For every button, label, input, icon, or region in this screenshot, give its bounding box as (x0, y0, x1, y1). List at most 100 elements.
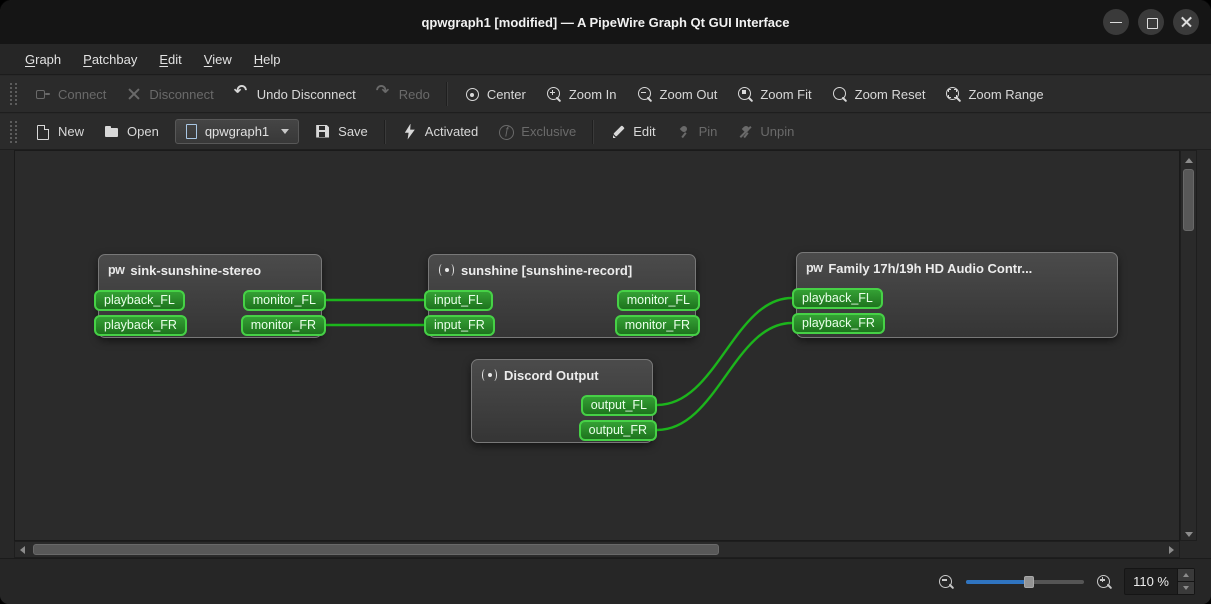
edit-button[interactable]: Edit (600, 119, 665, 145)
save-icon (315, 124, 331, 140)
titlebar[interactable]: qpwgraph1 [modified] — A PipeWire Graph … (0, 0, 1211, 44)
close-button[interactable] (1173, 9, 1199, 35)
vertical-scrollbar[interactable] (1180, 150, 1197, 541)
exclusive-toggle[interactable]: Exclusive (488, 119, 586, 145)
scroll-right-button[interactable] (1164, 542, 1179, 557)
open-button[interactable]: Open (94, 119, 169, 145)
pin-icon (676, 124, 692, 140)
statusbar: 110 % (0, 558, 1211, 604)
toolbar-separator (383, 119, 386, 144)
zoom-spinbox[interactable]: 110 % (1124, 568, 1195, 595)
graph-canvas[interactable]: pw sink-sunshine-stereo playback_FL play… (14, 150, 1180, 541)
patchbay-toolbar: New Open qpwgraph1 Save Activated Exclus… (0, 114, 1211, 150)
zoom-in-icon (546, 86, 562, 102)
vertical-scrollbar-thumb[interactable] (1183, 169, 1194, 231)
zoom-in-icon[interactable] (1096, 574, 1112, 590)
window-controls (1103, 9, 1199, 35)
horizontal-scrollbar-thumb[interactable] (33, 544, 719, 555)
menu-view[interactable]: View (193, 47, 243, 72)
zoom-spin-down-button[interactable] (1178, 581, 1194, 594)
node-sunshine-record[interactable]: sunshine [sunshine-record] input_FL inpu… (424, 254, 700, 338)
menu-patchbay[interactable]: Patchbay (72, 47, 148, 72)
port-input-fl[interactable]: input_FL (424, 290, 493, 311)
port-monitor-fl[interactable]: monitor_FL (616, 290, 700, 311)
new-file-icon (35, 124, 51, 140)
chevron-down-icon (281, 129, 290, 134)
zoom-in-button[interactable]: Zoom In (536, 81, 627, 107)
zoom-slider-fill (966, 580, 1028, 584)
unpin-icon (737, 124, 753, 140)
toolbar-handle[interactable] (10, 120, 17, 143)
audio-app-icon (481, 367, 498, 383)
redo-icon (376, 84, 392, 102)
undo-disconnect-button[interactable]: Undo Disconnect (224, 81, 366, 107)
menubar: Graph Patchbay Edit View Help (0, 44, 1211, 75)
zoom-range-button[interactable]: Zoom Range (935, 81, 1053, 107)
zoom-slider[interactable] (966, 574, 1085, 590)
toolbar-separator (592, 119, 595, 144)
patchbay-file-icon (185, 124, 198, 139)
node-sink-sunshine-stereo[interactable]: pw sink-sunshine-stereo playback_FL play… (94, 254, 326, 338)
activated-toggle[interactable]: Activated (392, 119, 488, 145)
zoom-slider-handle[interactable] (1023, 575, 1034, 588)
redo-button[interactable]: Redo (366, 81, 440, 107)
port-playback-fl[interactable]: playback_FL (792, 288, 883, 309)
port-output-fr[interactable]: output_FR (578, 420, 657, 441)
disconnect-button[interactable]: Disconnect (116, 81, 223, 107)
menu-graph[interactable]: Graph (14, 47, 72, 72)
port-playback-fr[interactable]: playback_FR (94, 315, 187, 336)
zoom-out-icon[interactable] (938, 574, 954, 590)
open-folder-icon (104, 124, 120, 140)
zoom-range-icon (945, 86, 961, 102)
graph-workarea: pw sink-sunshine-stereo playback_FL play… (14, 150, 1197, 558)
scroll-down-button[interactable] (1181, 525, 1196, 540)
exclusive-icon (498, 124, 515, 140)
maximize-button[interactable] (1138, 9, 1164, 35)
port-monitor-fl[interactable]: monitor_FL (242, 290, 326, 311)
qpwgraph-window: qpwgraph1 [modified] — A PipeWire Graph … (0, 0, 1211, 604)
new-button[interactable]: New (25, 119, 94, 145)
node-title: Discord Output (504, 367, 599, 383)
unpin-button[interactable]: Unpin (727, 119, 804, 145)
connect-icon (35, 86, 51, 102)
zoom-fit-button[interactable]: Zoom Fit (727, 81, 821, 107)
port-playback-fr[interactable]: playback_FR (792, 313, 885, 334)
minimize-button[interactable] (1103, 9, 1129, 35)
zoom-reset-icon (832, 86, 848, 102)
zoom-out-button[interactable]: Zoom Out (627, 81, 728, 107)
center-button[interactable]: Center (454, 81, 536, 107)
menu-help[interactable]: Help (243, 47, 292, 72)
scroll-up-button[interactable] (1181, 151, 1196, 166)
port-input-fr[interactable]: input_FR (424, 315, 495, 336)
pipewire-icon: pw (108, 262, 125, 277)
node-discord-output[interactable]: Discord Output output_FL output_FR (471, 359, 657, 443)
pencil-icon (610, 124, 626, 140)
zoom-reset-button[interactable]: Zoom Reset (822, 81, 936, 107)
pin-button[interactable]: Pin (666, 119, 728, 145)
patchbay-file-combo[interactable]: qpwgraph1 (174, 119, 300, 144)
connection-line[interactable] (655, 321, 794, 432)
undo-icon (234, 84, 250, 102)
toolbar-handle[interactable] (10, 83, 17, 105)
menu-edit[interactable]: Edit (148, 47, 192, 72)
port-output-fl[interactable]: output_FL (580, 395, 657, 416)
connections-layer (324, 296, 794, 432)
node-title: sunshine [sunshine-record] (461, 262, 633, 278)
zoom-value[interactable]: 110 % (1125, 569, 1177, 594)
port-playback-fl[interactable]: playback_FL (94, 290, 185, 311)
graph-toolbar: Connect Disconnect Undo Disconnect Redo … (0, 76, 1211, 113)
port-monitor-fr[interactable]: monitor_FR (240, 315, 326, 336)
node-title: sink-sunshine-stereo (130, 262, 262, 278)
center-icon (464, 86, 480, 102)
disconnect-icon (126, 86, 142, 102)
scroll-left-button[interactable] (15, 542, 30, 557)
lightning-icon (402, 124, 418, 140)
horizontal-scrollbar[interactable] (14, 541, 1180, 558)
connect-button[interactable]: Connect (25, 81, 116, 107)
save-button[interactable]: Save (305, 119, 378, 145)
zoom-fit-icon (737, 86, 753, 102)
screen: qpwgraph1 [modified] — A PipeWire Graph … (0, 0, 1211, 604)
node-family-hd-audio[interactable]: pw Family 17h/19h HD Audio Contr... play… (792, 252, 1118, 338)
zoom-spin-up-button[interactable] (1178, 569, 1194, 581)
port-monitor-fr[interactable]: monitor_FR (614, 315, 700, 336)
